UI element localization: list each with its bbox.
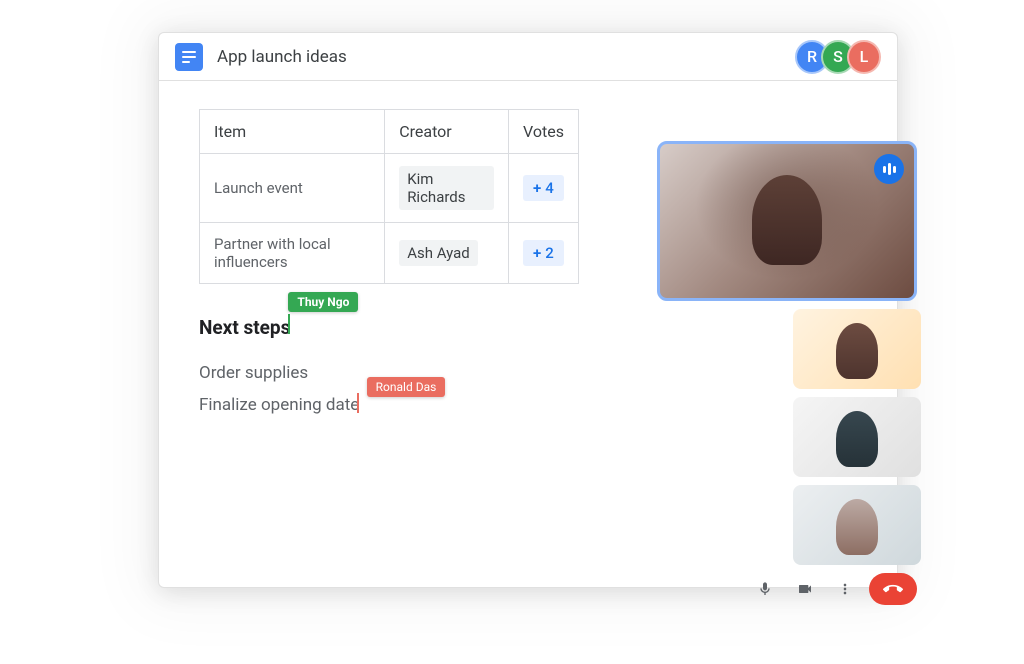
cursor-indicator [357,393,359,413]
meet-active-speaker[interactable] [657,141,917,301]
meet-controls [725,573,921,605]
col-votes: Votes [509,110,579,154]
vote-pill[interactable]: +2 [523,240,564,266]
speaking-indicator-icon [874,154,904,184]
plus-icon: + [533,179,541,197]
avatar-l[interactable]: L [847,40,881,74]
hangup-button[interactable] [869,573,917,605]
collaborator-cursor-tag: Ronald Das [367,377,446,397]
titlebar: App launch ideas R S L [159,33,897,81]
list-item[interactable]: Order supplies [199,363,308,383]
table-row: Launch event Kim Richards +4 [200,154,579,223]
col-item: Item [200,110,385,154]
document-title[interactable]: App launch ideas [217,47,347,67]
ideas-table: Item Creator Votes Launch event Kim Rich… [199,109,579,284]
list-item[interactable]: Finalize opening date Ronald Das [199,395,359,415]
meet-participant-tile[interactable] [793,397,921,477]
mic-button[interactable] [749,573,781,605]
meet-participant-tile[interactable] [793,309,921,389]
meet-panel [725,141,921,605]
col-creator: Creator [385,110,509,154]
app-window: App launch ideas R S L Item Creator Vote… [158,32,898,588]
more-options-button[interactable] [829,573,861,605]
meet-participant-tile[interactable] [793,485,921,565]
cursor-indicator [288,314,290,334]
creator-pill[interactable]: Ash Ayad [399,240,478,266]
vote-pill[interactable]: +4 [523,175,564,201]
camera-button[interactable] [789,573,821,605]
docs-icon[interactable] [175,43,203,71]
collaborator-avatars: R S L [795,40,881,74]
collaborator-cursor-tag: Thuy Ngo [288,292,358,312]
cell-item[interactable]: Partner with local influencers [200,223,385,284]
cell-item[interactable]: Launch event [200,154,385,223]
creator-pill[interactable]: Kim Richards [399,166,494,210]
table-row: Partner with local influencers Ash Ayad … [200,223,579,284]
next-steps-heading[interactable]: Next steps Thuy Ngo [199,316,290,339]
document-body[interactable]: Item Creator Votes Launch event Kim Rich… [159,81,897,443]
plus-icon: + [533,244,541,262]
